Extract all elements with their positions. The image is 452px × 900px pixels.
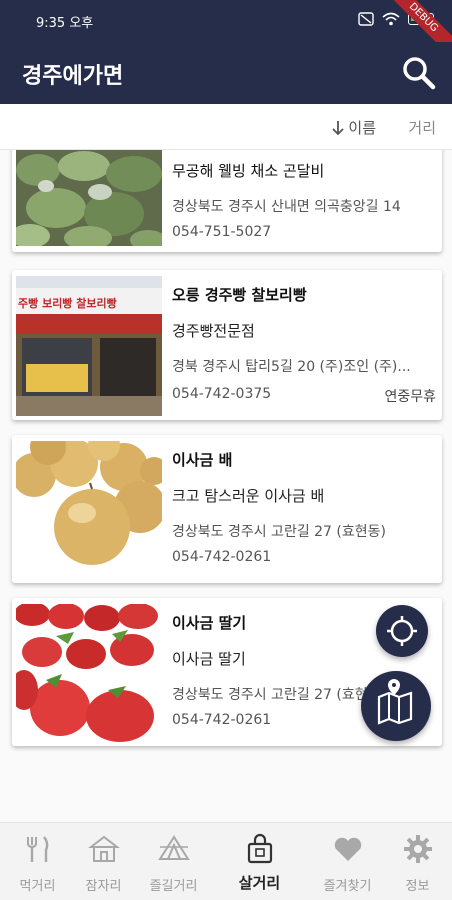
map-icon: [377, 679, 413, 725]
list-item[interactable]: 주빵 보리빵 찰보리빵 오릉 경주빵 찰보리빵 경주빵전문점 경북 경주시 탑리…: [12, 270, 442, 420]
fork-knife-icon: [27, 836, 49, 862]
sort-by-name-label: 이름: [348, 119, 376, 137]
no-sim-icon: [358, 12, 374, 26]
item-subtitle: 크고 탐스러운 이사금 배: [172, 487, 325, 505]
nav-label: 정보: [405, 879, 430, 894]
nav-item-lodging[interactable]: 잠자리: [66, 823, 141, 900]
house-icon: [88, 835, 120, 862]
item-title: 이사금 배: [172, 451, 233, 469]
wifi-icon: [382, 12, 400, 26]
list-item[interactable]: 이사금 배 크고 탐스러운 이사금 배 경상북도 경주시 고란길 27 (효현동…: [12, 435, 442, 583]
nav-label: 즐겨찾기: [323, 879, 372, 894]
shopping-bag-icon: [247, 833, 273, 864]
item-title: 오릉 경주빵 찰보리빵: [172, 286, 307, 304]
tent-icon: [158, 835, 190, 860]
gear-icon: [404, 835, 432, 863]
nav-label: 살거리: [238, 874, 281, 892]
item-phone: 054-742-0261: [172, 549, 272, 565]
list-item[interactable]: 무공해 웰빙 채소 곤달비 경상북도 경주시 산내면 의곡충앙길 14 054-…: [12, 150, 442, 252]
nav-item-info[interactable]: 정보: [380, 823, 452, 900]
nav-item-food[interactable]: 먹거리: [0, 823, 75, 900]
map-view-button[interactable]: [361, 671, 431, 741]
item-phone: 054-751-5027: [172, 224, 272, 240]
sort-bar: 이름 거리: [0, 104, 452, 150]
search-icon: [403, 57, 436, 90]
nav-item-favorites[interactable]: 즐겨찾기: [310, 823, 385, 900]
search-button[interactable]: [400, 54, 438, 92]
nav-label: 즐길거리: [149, 879, 198, 894]
item-thumbnail-greens: [16, 150, 162, 246]
item-title: 무공해 웰빙 채소 곤달비: [172, 162, 325, 180]
item-phone: 054-742-0375: [172, 386, 272, 402]
item-thumbnail-pears: [16, 441, 162, 581]
item-address: 경상북도 경주시 산내면 의곡충앙길 14: [172, 199, 401, 215]
item-subtitle: 경주빵전문점: [172, 322, 255, 340]
bakery-sign-text: 주빵 보리빵 찰보리빵: [18, 296, 117, 310]
crosshair-icon: [387, 616, 417, 646]
item-address: 경상북도 경주시 고란길 27 (효현동): [172, 524, 386, 540]
heart-icon: [334, 837, 362, 861]
item-thumbnail-strawberries: [16, 604, 162, 744]
nav-label: 잠자리: [85, 879, 122, 894]
item-business-hours: 연중무휴: [384, 389, 436, 405]
status-time: 9:35 오후: [36, 16, 94, 31]
nav-item-activities[interactable]: 즐길거리: [136, 823, 211, 900]
nav-label: 먹거리: [19, 879, 56, 894]
sort-by-distance-button[interactable]: 거리: [408, 117, 436, 138]
arrow-down-icon: [332, 120, 345, 135]
item-address: 경북 경주시 탑리5길 20 (주)조인 (주)...: [172, 359, 411, 375]
nav-item-shopping[interactable]: 살거리: [222, 823, 297, 900]
app-title: 경주에가면: [22, 64, 124, 89]
bottom-navigation: 먹거리 잠자리 즐길거리 살거리 즐겨찾기 정보: [0, 822, 452, 900]
item-thumbnail-bakery: 주빵 보리빵 찰보리빵: [16, 276, 162, 416]
sort-by-name-button[interactable]: 이름: [331, 117, 376, 138]
my-location-button[interactable]: [376, 605, 428, 657]
app-bar: 경주에가면: [0, 42, 452, 104]
status-bar: 9:35 오후 DEBUG: [0, 0, 452, 63]
